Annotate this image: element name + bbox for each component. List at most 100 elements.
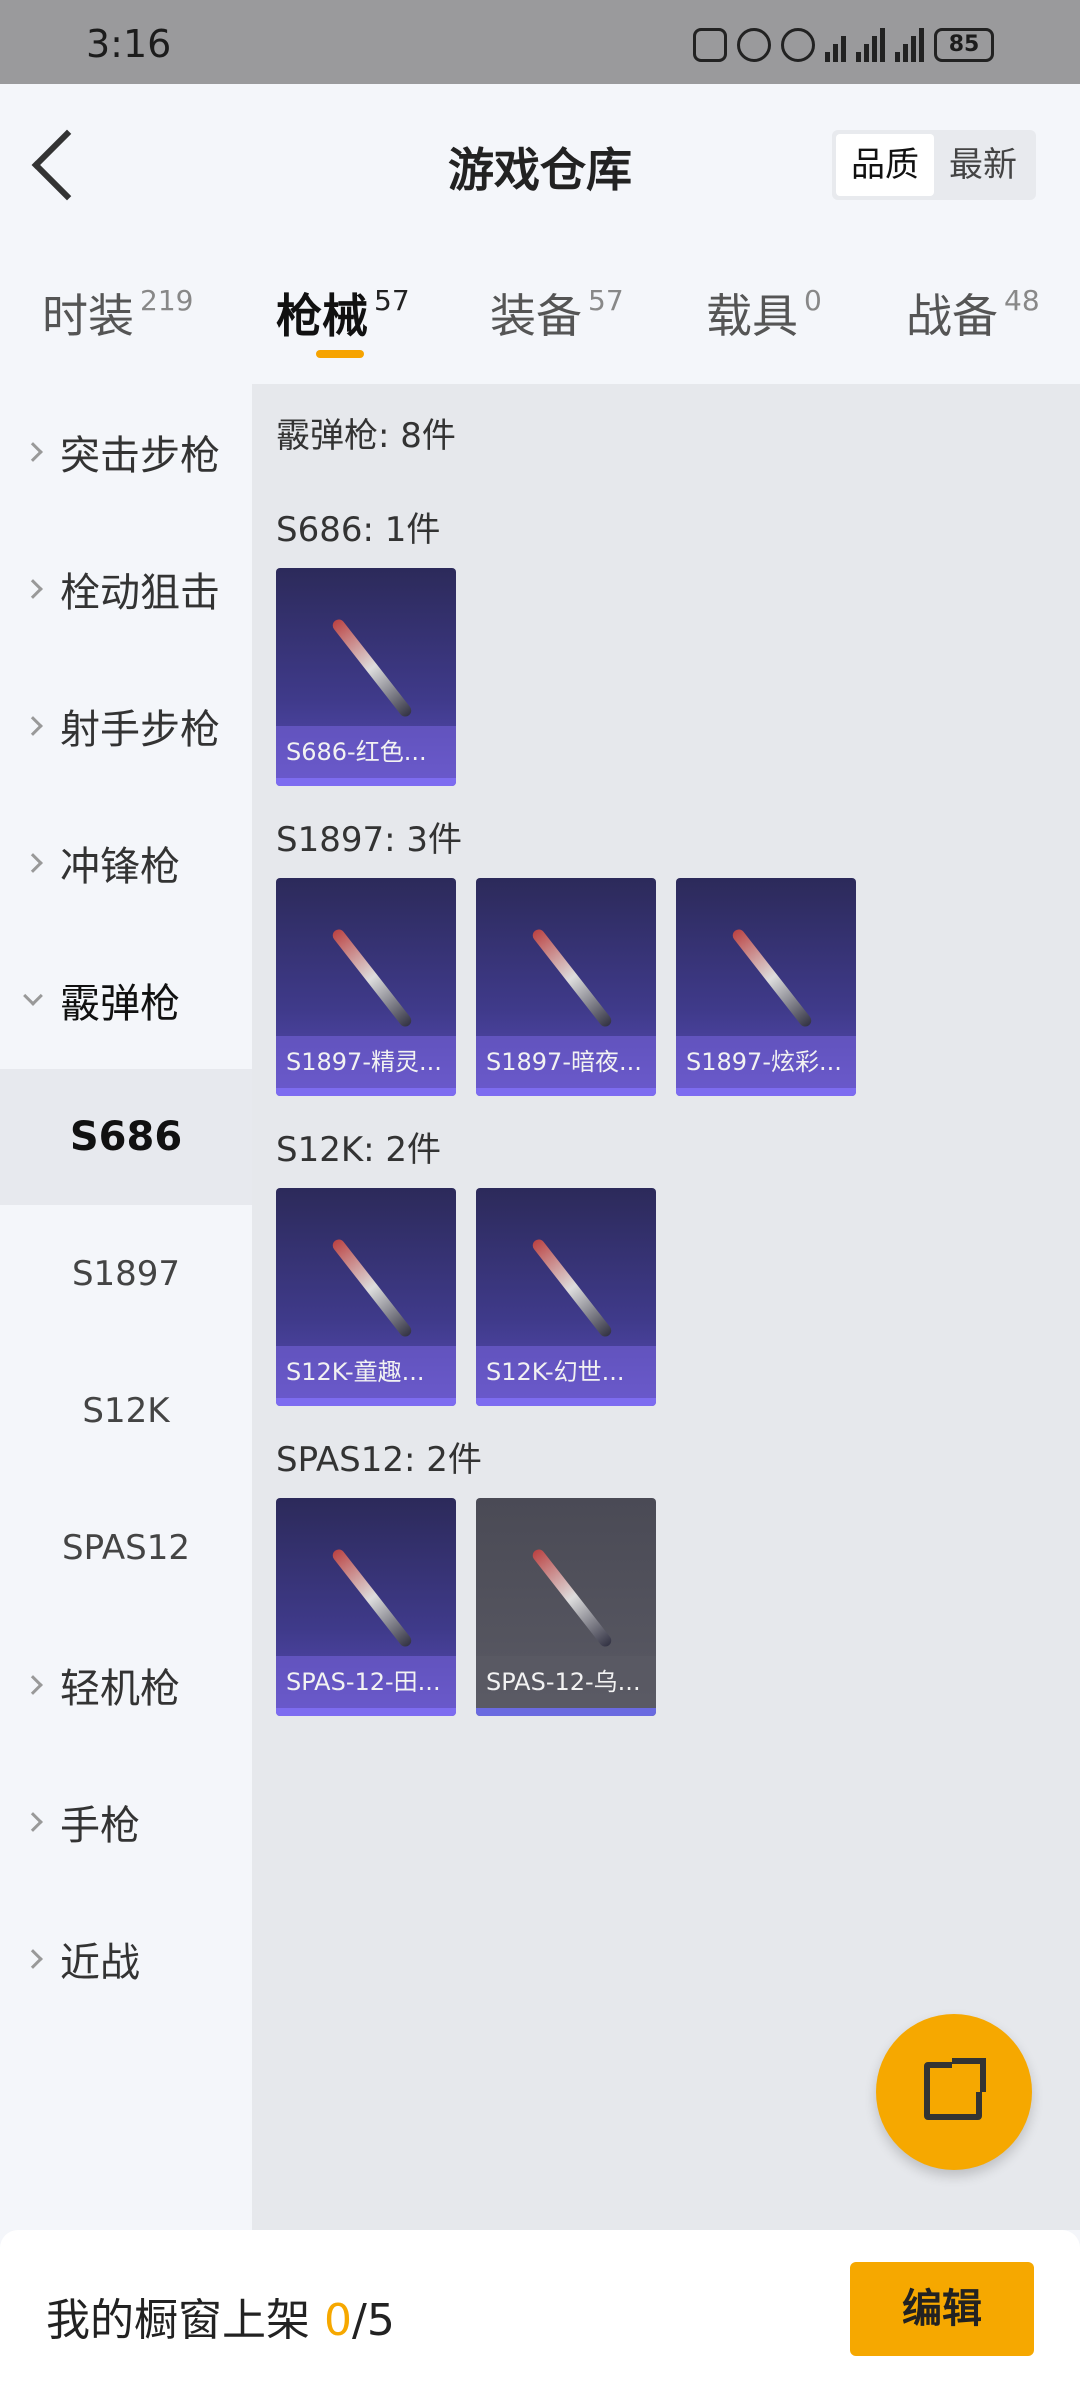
item-name: S12K-幻世... [476, 1346, 656, 1398]
shotgun-icon [516, 1228, 626, 1348]
rarity-strip [276, 1398, 456, 1406]
sort-newest-button[interactable]: 最新 [934, 134, 1032, 196]
sidebar-item-smg[interactable]: 冲锋枪 [0, 795, 252, 931]
tab-label: 枪械 [276, 289, 368, 343]
rarity-strip [476, 1398, 656, 1406]
edit-button[interactable]: 编辑 [850, 2262, 1034, 2356]
sidebar-item-lmg[interactable]: 轻机枪 [0, 1617, 252, 1753]
chevron-right-icon [23, 716, 43, 736]
moon-icon [781, 28, 815, 62]
rarity-strip [276, 1708, 456, 1716]
chevron-right-icon [23, 1949, 43, 1969]
status-bar: 3:16 85 [0, 0, 1080, 84]
section-title: SPAS12: 2件 [276, 1440, 482, 1480]
shotgun-icon [316, 608, 426, 728]
tab-guns[interactable]: 枪械 57 [276, 280, 410, 346]
item-card[interactable]: S12K-幻世... [476, 1188, 656, 1406]
sidebar-sub-s1897[interactable]: S1897 [0, 1206, 252, 1342]
sidebar-item-label: 栓动狙击 [60, 570, 220, 616]
item-name: SPAS-12-田... [276, 1656, 456, 1708]
alarm-icon [737, 28, 771, 62]
header: 游戏仓库 品质 最新 时装 219 枪械 57 装备 57 载具 0 战备 48 [0, 84, 1080, 384]
share-fab-button[interactable] [876, 2014, 1032, 2170]
rarity-strip [276, 1088, 456, 1096]
item-name: S1897-精灵... [276, 1036, 456, 1088]
item-card[interactable]: SPAS-12-田... [276, 1498, 456, 1716]
tab-label: 时装 [42, 289, 134, 343]
category-tabs: 时装 219 枪械 57 装备 57 载具 0 战备 48 [0, 280, 1080, 380]
item-card[interactable]: S1897-炫彩... [676, 878, 856, 1096]
item-name: S1897-炫彩... [676, 1036, 856, 1088]
status-icons: 85 [693, 28, 994, 62]
rarity-strip [676, 1088, 856, 1096]
sidebar-item-marksman-rifle[interactable]: 射手步枪 [0, 658, 252, 794]
item-card[interactable]: S12K-童趣... [276, 1188, 456, 1406]
signal-icon [856, 28, 885, 62]
sidebar-item-label: 轻机枪 [60, 1666, 180, 1712]
sidebar-item-label: 近战 [60, 1940, 140, 1986]
signal-icon-2 [895, 28, 924, 62]
shotgun-icon [316, 1538, 426, 1658]
item-card[interactable]: S1897-精灵... [276, 878, 456, 1096]
sidebar-item-label: 手枪 [60, 1803, 140, 1849]
tab-count: 48 [1004, 284, 1040, 317]
section-title: S12K: 2件 [276, 1130, 442, 1170]
tab-fashion[interactable]: 时装 219 [42, 280, 193, 346]
shotgun-icon [716, 918, 826, 1038]
tab-label: 装备 [490, 289, 582, 343]
shelf-current: 0 [324, 2295, 352, 2346]
sidebar-item-label: 霰弹枪 [60, 981, 180, 1027]
tab-count: 219 [140, 284, 194, 317]
shelf-total: /5 [352, 2295, 395, 2346]
tab-count: 57 [588, 284, 624, 317]
category-total: 霰弹枪: 8件 [276, 416, 456, 456]
chevron-right-icon [23, 853, 43, 873]
item-card[interactable]: S1897-暗夜... [476, 878, 656, 1096]
item-name: S1897-暗夜... [476, 1036, 656, 1088]
tab-vehicles[interactable]: 载具 0 [706, 280, 822, 346]
section-title: S686: 1件 [276, 510, 441, 550]
sidebar-item-label: 冲锋枪 [60, 844, 180, 890]
item-name: S12K-童趣... [276, 1346, 456, 1398]
shelf-status: 我的橱窗上架 0/5 [46, 2284, 395, 2348]
tab-supplies[interactable]: 战备 48 [906, 280, 1040, 346]
chevron-right-icon [23, 1675, 43, 1695]
active-tab-indicator [316, 350, 364, 358]
item-name: S686-红色... [276, 726, 456, 778]
sidebar-sub-s686[interactable]: S686 [0, 1069, 252, 1205]
status-time: 3:16 [86, 22, 172, 66]
external-link-icon [924, 2058, 986, 2120]
sidebar-sub-s12k[interactable]: S12K [0, 1343, 252, 1479]
sidebar-item-shotgun[interactable]: 霰弹枪 [0, 932, 252, 1068]
sort-toggle: 品质 最新 [832, 130, 1036, 200]
wifi-icon [825, 28, 846, 62]
item-name: SPAS-12-乌... [476, 1656, 656, 1708]
shotgun-icon [516, 1538, 626, 1658]
sidebar-item-melee[interactable]: 近战 [0, 1891, 252, 2027]
item-card[interactable]: S686-红色... [276, 568, 456, 786]
sidebar-item-assault-rifle[interactable]: 突击步枪 [0, 384, 252, 520]
rarity-strip [476, 1708, 656, 1716]
chevron-right-icon [23, 1812, 43, 1832]
sidebar-item-pistol[interactable]: 手枪 [0, 1754, 252, 1890]
sidebar-sub-spas12[interactable]: SPAS12 [0, 1480, 252, 1616]
shotgun-icon [516, 918, 626, 1038]
item-card[interactable]: SPAS-12-乌... [476, 1498, 656, 1716]
bottom-bar: 我的橱窗上架 0/5 编辑 [0, 2230, 1080, 2390]
chevron-down-icon [23, 986, 43, 1006]
sidebar-item-label: 射手步枪 [60, 707, 220, 753]
shotgun-icon [316, 918, 426, 1038]
sort-quality-button[interactable]: 品质 [836, 134, 934, 196]
nfc-icon [693, 28, 727, 62]
shelf-label: 我的橱窗上架 [46, 2295, 310, 2346]
tab-count: 57 [374, 284, 410, 317]
tab-count: 0 [804, 284, 822, 317]
sidebar-item-bolt-sniper[interactable]: 栓动狙击 [0, 521, 252, 657]
tab-label: 载具 [706, 289, 798, 343]
tab-equipment[interactable]: 装备 57 [490, 280, 624, 346]
rarity-strip [276, 778, 456, 786]
shotgun-icon [316, 1228, 426, 1348]
rarity-strip [476, 1088, 656, 1096]
chevron-right-icon [23, 442, 43, 462]
tab-label: 战备 [906, 289, 998, 343]
